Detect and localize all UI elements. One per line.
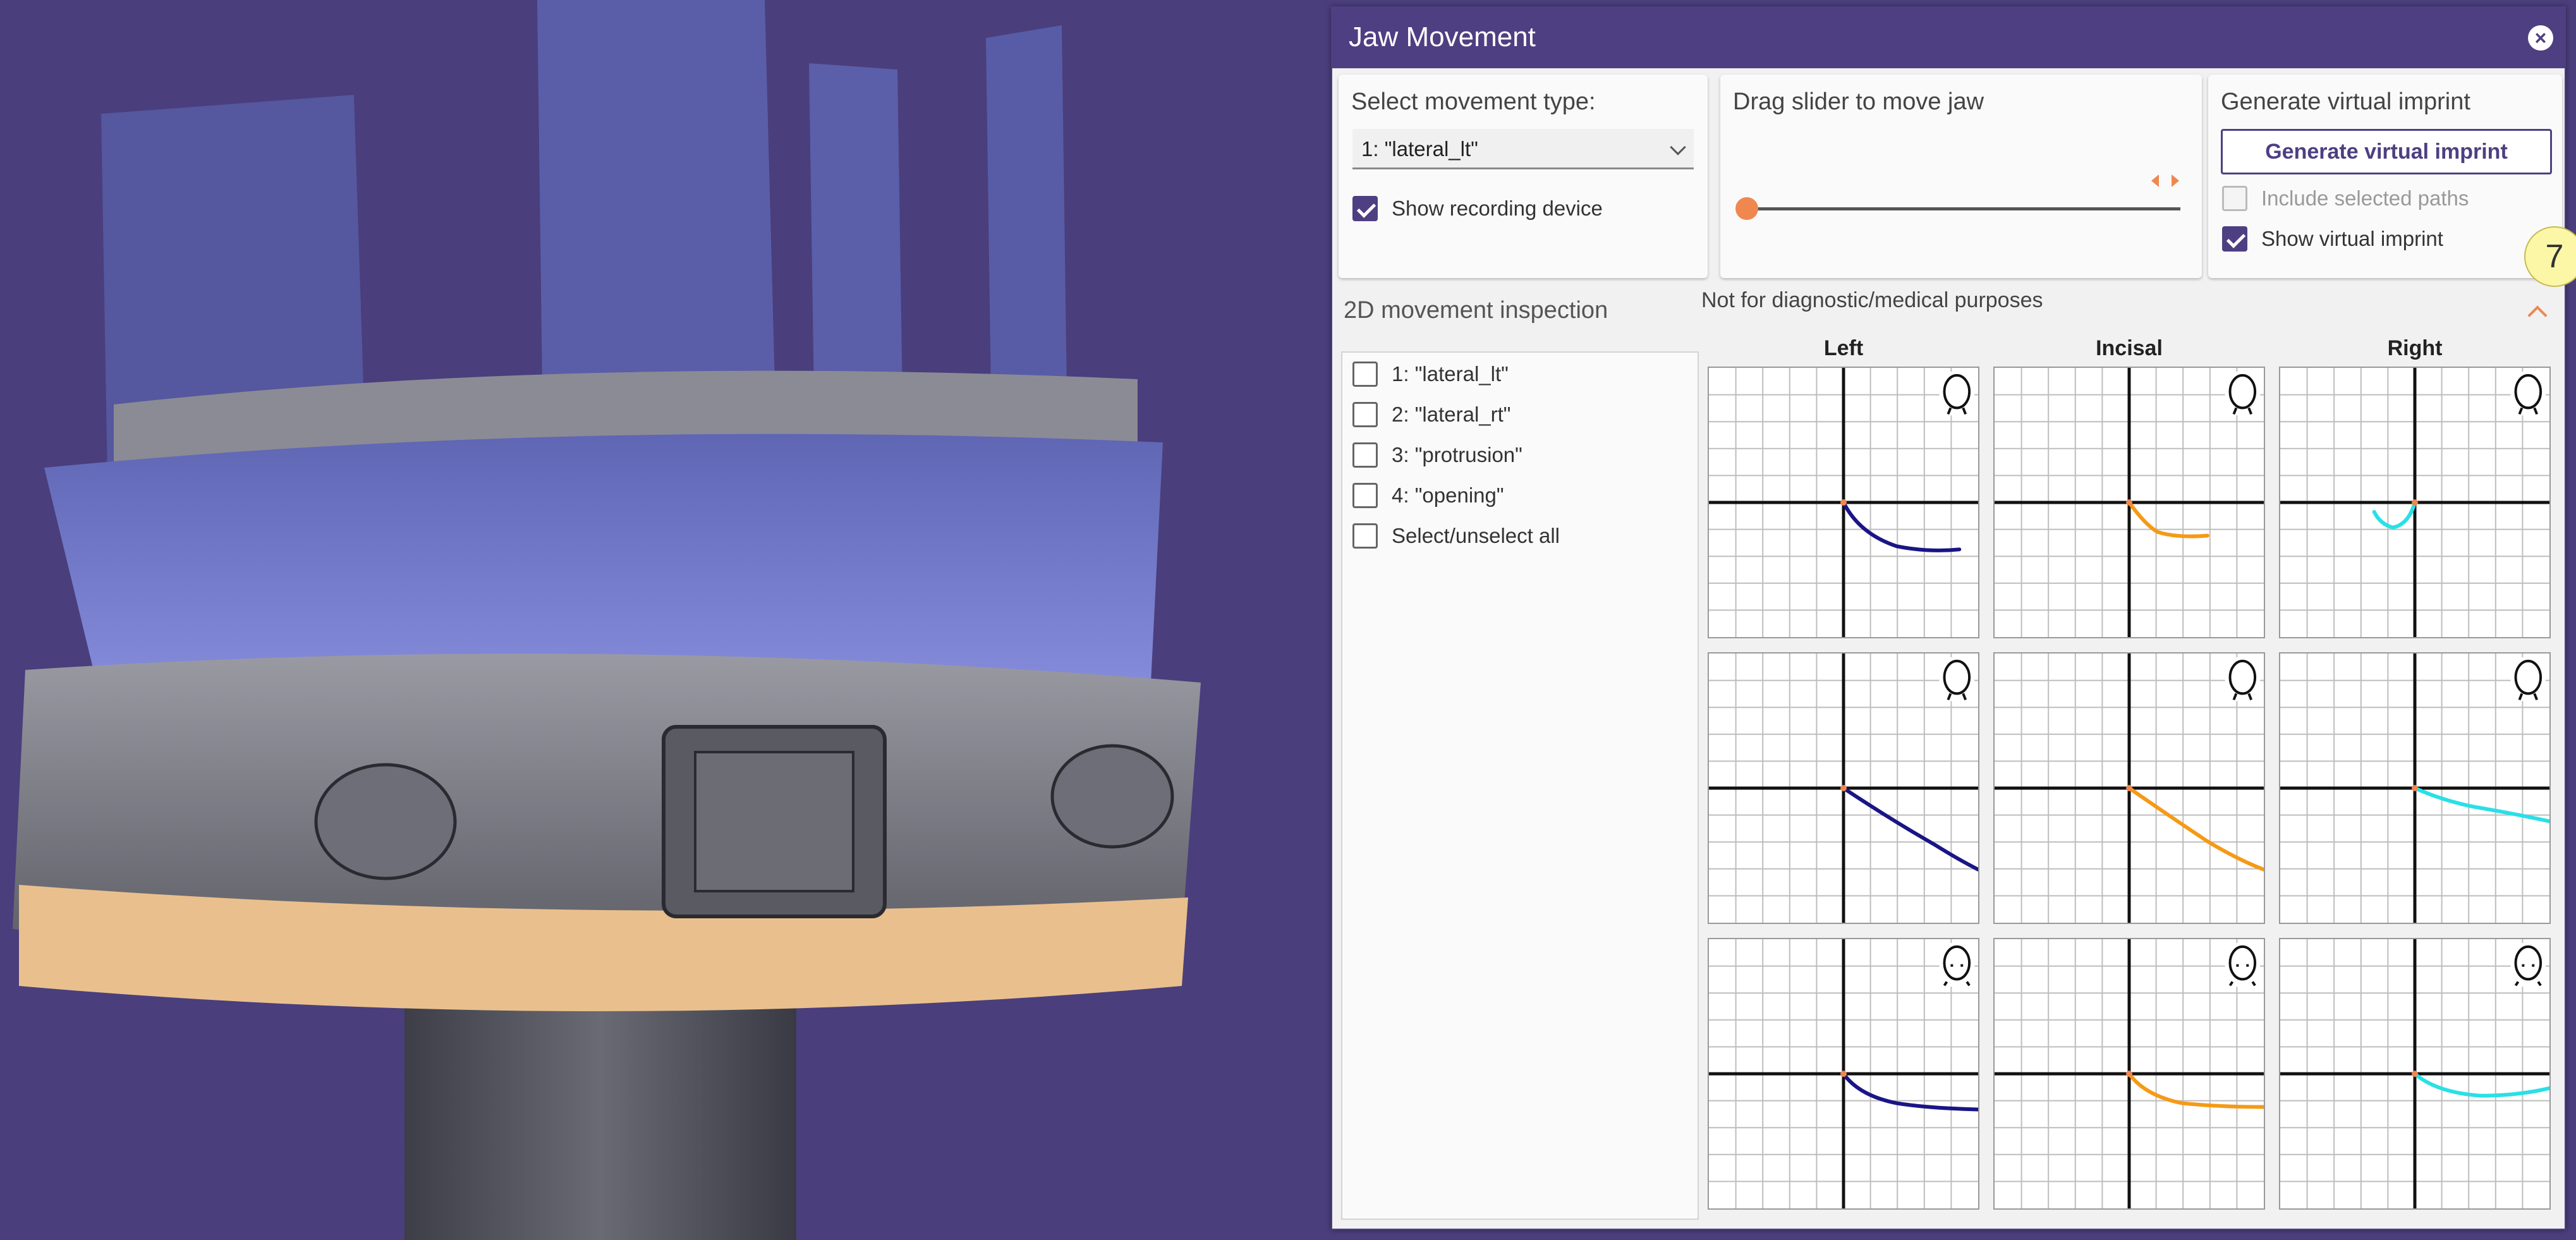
trajectory-left bbox=[1842, 786, 1978, 872]
checkbox-unchecked-icon bbox=[1352, 442, 1378, 468]
include-selected-paths-checkbox[interactable]: Include selected paths bbox=[2222, 186, 2469, 211]
origin-marker bbox=[1840, 499, 1847, 506]
select-all-checkbox[interactable]: Select/unselect all bbox=[1352, 523, 1560, 549]
head-top-view-icon bbox=[2510, 657, 2546, 702]
panel-title: Jaw Movement bbox=[1349, 21, 1536, 52]
origin-marker bbox=[2412, 499, 2418, 506]
checkbox-unchecked-icon bbox=[2222, 186, 2247, 211]
column-header-right: Right bbox=[2387, 336, 2443, 360]
movement-plot-incisal-row-1 bbox=[1993, 367, 2265, 638]
trajectory-right bbox=[2372, 501, 2417, 530]
chevron-down-icon bbox=[1670, 139, 1686, 155]
show-recording-device-checkbox[interactable]: Show recording device bbox=[1352, 196, 1603, 221]
close-icon[interactable]: × bbox=[2528, 25, 2553, 51]
path-checkbox-opening[interactable]: 4: "opening" bbox=[1352, 483, 1504, 508]
path-checkbox-lateral-rt[interactable]: 2: "lateral_rt" bbox=[1352, 402, 1511, 427]
checkbox-unchecked-icon bbox=[1352, 483, 1378, 508]
trajectory-left bbox=[1842, 1072, 1978, 1112]
jaw-slider-card: Drag slider to move jaw bbox=[1720, 75, 2202, 278]
path-label: 4: "opening" bbox=[1392, 483, 1504, 507]
jaw-slider-track[interactable] bbox=[1747, 207, 2180, 210]
inspection-title: 2D movement inspection bbox=[1344, 297, 1608, 324]
movement-plot-left-row-1 bbox=[1708, 367, 1979, 638]
origin-marker bbox=[2126, 499, 2132, 506]
movement-type-select[interactable]: 1: "lateral_lt" bbox=[1352, 129, 1694, 169]
include-selected-paths-label: Include selected paths bbox=[2261, 186, 2469, 210]
head-side-view-icon bbox=[2510, 371, 2546, 416]
head-front-view-icon bbox=[2510, 942, 2546, 987]
panel-titlebar: Jaw Movement × bbox=[1332, 8, 2565, 68]
column-header-incisal: Incisal bbox=[2096, 336, 2163, 360]
movement-plot-incisal-row-2 bbox=[1993, 652, 2265, 924]
head-top-view-icon bbox=[1939, 657, 1975, 702]
trajectory-right bbox=[2413, 1072, 2549, 1098]
head-top-view-icon bbox=[2225, 657, 2261, 702]
path-label: 2: "lateral_rt" bbox=[1392, 403, 1511, 426]
movement-plot-left-row-3 bbox=[1708, 938, 1979, 1210]
show-recording-device-label: Show recording device bbox=[1392, 197, 1603, 220]
checkbox-checked-icon bbox=[2222, 226, 2247, 252]
trajectory-incisal bbox=[2127, 1072, 2264, 1109]
head-front-view-icon bbox=[2225, 942, 2261, 987]
origin-marker bbox=[2412, 785, 2418, 791]
column-header-left: Left bbox=[1823, 336, 1864, 360]
movement-plot-right-row-1 bbox=[2279, 367, 2551, 638]
generate-virtual-imprint-button[interactable]: Generate virtual imprint bbox=[2221, 129, 2552, 174]
origin-marker bbox=[2126, 1071, 2132, 1077]
checkbox-unchecked-icon bbox=[1352, 523, 1378, 549]
movement-plot-right-row-3 bbox=[2279, 938, 2551, 1210]
3d-viewport[interactable] bbox=[0, 0, 1331, 1240]
trajectory-incisal bbox=[2127, 501, 2209, 538]
trajectory-right bbox=[2413, 786, 2549, 824]
origin-marker bbox=[1840, 1071, 1847, 1077]
path-label: 1: "lateral_lt" bbox=[1392, 362, 1509, 386]
origin-marker bbox=[1840, 785, 1847, 791]
head-front-view-icon bbox=[1939, 942, 1975, 987]
virtual-imprint-card: Generate virtual imprint Generate virtua… bbox=[2208, 75, 2562, 278]
show-virtual-imprint-checkbox[interactable]: Show virtual imprint bbox=[2222, 226, 2443, 252]
origin-marker bbox=[2126, 785, 2132, 791]
jaw-slider-thumb[interactable] bbox=[1735, 197, 1758, 220]
step-back-arrow-icon[interactable] bbox=[2151, 174, 2159, 187]
jaw-model-render bbox=[13, 0, 1201, 1240]
jaw-slider-label: Drag slider to move jaw bbox=[1733, 88, 1984, 115]
step-forward-arrow-icon[interactable] bbox=[2172, 174, 2179, 187]
movement-plot-right-row-2 bbox=[2279, 652, 2551, 924]
checkbox-checked-icon bbox=[1352, 196, 1378, 221]
path-checkbox-protrusion[interactable]: 3: "protrusion" bbox=[1352, 442, 1522, 468]
path-label: 3: "protrusion" bbox=[1392, 443, 1522, 466]
trajectory-left bbox=[1842, 501, 1962, 552]
path-checkbox-lateral-lt[interactable]: 1: "lateral_lt" bbox=[1352, 362, 1509, 387]
trajectory-incisal bbox=[2127, 786, 2264, 872]
disclaimer-text: Not for diagnostic/medical purposes bbox=[1701, 288, 2043, 312]
movement-plot-incisal-row-3 bbox=[1993, 938, 2265, 1210]
movement-type-selected: 1: "lateral_lt" bbox=[1361, 137, 1478, 161]
movement-type-label: Select movement type: bbox=[1351, 88, 1596, 115]
jaw-movement-panel: Jaw Movement × Select movement type: 1: … bbox=[1331, 6, 2576, 1230]
select-all-label: Select/unselect all bbox=[1392, 524, 1560, 547]
head-side-view-icon bbox=[2225, 371, 2261, 416]
origin-marker bbox=[2412, 1071, 2418, 1077]
checkbox-unchecked-icon bbox=[1352, 362, 1378, 387]
checkbox-unchecked-icon bbox=[1352, 402, 1378, 427]
movement-type-card: Select movement type: 1: "lateral_lt" Sh… bbox=[1339, 75, 1708, 278]
movement-plot-left-row-2 bbox=[1708, 652, 1979, 924]
movement-path-list: 1: "lateral_lt" 2: "lateral_rt" 3: "prot… bbox=[1341, 351, 1699, 1220]
head-side-view-icon bbox=[1939, 371, 1975, 416]
virtual-imprint-label: Generate virtual imprint bbox=[2221, 88, 2470, 115]
chevron-up-icon[interactable] bbox=[2527, 305, 2548, 325]
show-virtual-imprint-label: Show virtual imprint bbox=[2261, 227, 2443, 250]
